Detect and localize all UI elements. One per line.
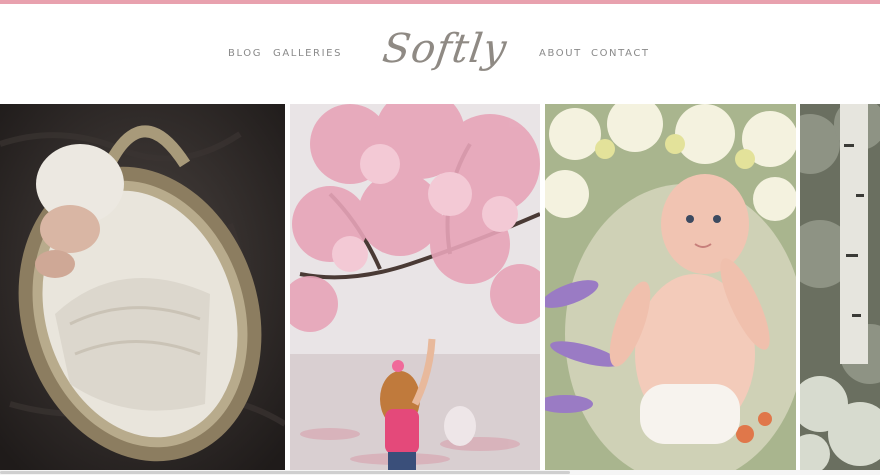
birch-trees-image — [800, 104, 880, 470]
baby-lilies-image — [545, 104, 796, 470]
gallery-photo-newborn-basket[interactable] — [0, 104, 285, 470]
nav-galleries-link[interactable]: GALLERIES — [273, 48, 342, 59]
site-header: BLOG GALLERIES Softly ABOUT CONTACT — [0, 4, 880, 104]
site-logo[interactable]: Softly — [380, 26, 510, 72]
gallery-photo-birch-trees[interactable] — [800, 104, 880, 470]
newborn-basket-image — [0, 104, 285, 470]
nav-blog-link[interactable]: BLOG — [228, 48, 262, 59]
horizontal-scrollbar-thumb[interactable] — [0, 471, 570, 474]
nav-about-link[interactable]: ABOUT — [539, 48, 582, 59]
gallery-photo-cherry-blossom[interactable] — [290, 104, 540, 470]
nav-contact-link[interactable]: CONTACT — [591, 48, 650, 59]
cherry-blossom-image — [290, 104, 540, 470]
photo-gallery — [0, 104, 880, 470]
gallery-photo-baby-lilies[interactable] — [545, 104, 796, 470]
